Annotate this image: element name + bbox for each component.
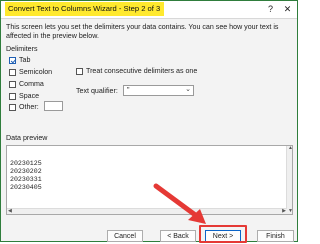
text-to-columns-dialog: Convert Text to Columns Wizard - Step 2 … [0, 0, 298, 242]
scroll-right-icon[interactable]: ▶ [282, 209, 286, 214]
preview-row: 20230125 [10, 160, 42, 167]
other-delimiter-input[interactable] [44, 101, 63, 111]
text-qualifier-value: " [127, 87, 130, 94]
semicolon-checkbox[interactable] [9, 69, 16, 76]
tab-checkbox[interactable] [9, 57, 16, 64]
help-icon[interactable]: ? [263, 2, 278, 16]
preview-row: 20230202 [10, 168, 42, 175]
finish-button[interactable]: Finish [257, 230, 294, 242]
scroll-left-icon[interactable]: ◀ [8, 209, 12, 214]
wizard-description: This screen lets you set the delimiters … [6, 23, 279, 40]
comma-label: Comma [19, 80, 44, 88]
title-bar: Convert Text to Columns Wizard - Step 2 … [1, 1, 297, 19]
tab-label: Tab [19, 56, 31, 64]
close-icon[interactable]: ✕ [280, 2, 295, 16]
dialog-title: Convert Text to Columns Wizard - Step 2 … [5, 2, 165, 16]
comma-checkbox[interactable] [9, 81, 16, 88]
space-checkbox[interactable] [9, 93, 16, 100]
preview-row: 20230331 [10, 176, 42, 183]
consecutive-delimiters-checkbox[interactable] [76, 68, 83, 75]
scroll-down-icon[interactable]: ▼ [288, 209, 292, 214]
back-button[interactable]: < Back [160, 230, 196, 242]
vertical-scrollbar[interactable]: ▲ ▼ [286, 146, 292, 214]
cancel-button[interactable]: Cancel [107, 230, 143, 242]
horizontal-scrollbar[interactable]: ◀ ▶ [7, 208, 287, 214]
red-arrow-icon [153, 183, 206, 224]
preview-row: 20230405 [10, 184, 42, 191]
scroll-up-icon[interactable]: ▲ [288, 146, 292, 151]
text-qualifier-label: Text qualifier: [76, 87, 118, 95]
other-checkbox[interactable] [9, 104, 16, 111]
delimiters-group-label: Delimiters [6, 45, 38, 53]
other-label: Other: [19, 103, 39, 111]
consecutive-delimiters-label: Treat consecutive delimiters as one [86, 67, 198, 75]
text-qualifier-select[interactable]: " ⌄ [123, 85, 194, 96]
data-preview-label: Data preview [6, 134, 48, 142]
chevron-down-icon: ⌄ [185, 86, 191, 93]
semicolon-label: Semicolon [19, 68, 53, 76]
space-label: Space [19, 92, 40, 100]
